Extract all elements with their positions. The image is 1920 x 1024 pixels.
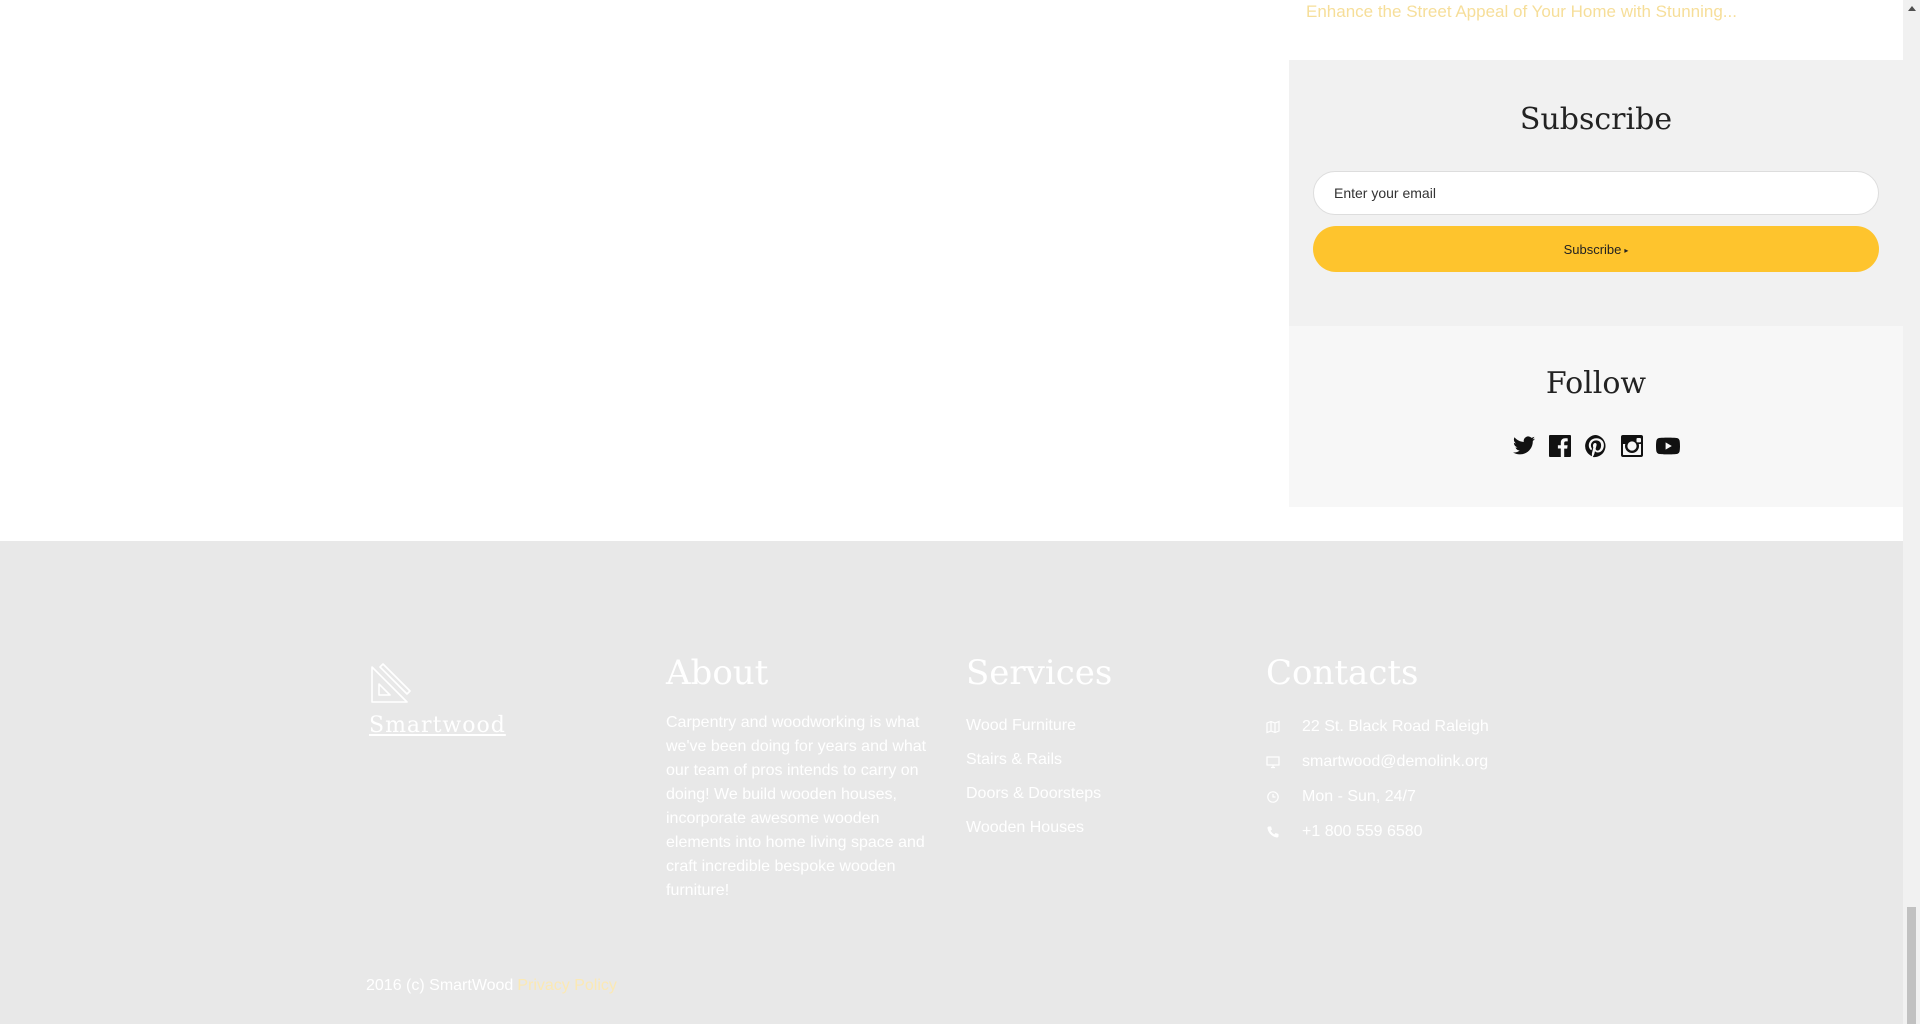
list-item: Wood Furniture — [966, 709, 1226, 743]
contact-item: 22 St. Black Road Raleigh — [1266, 709, 1566, 744]
about-text: Carpentry and woodworking is what we've … — [666, 714, 927, 899]
about-title: About — [666, 653, 769, 693]
services-list: Wood Furniture Stairs & Rails Doors & Do… — [966, 709, 1226, 845]
subscribe-widget: Subscribe Subscribe▸ — [1289, 60, 1903, 326]
services-column: Services Wood Furniture Stairs & Rails D… — [966, 653, 1226, 845]
copyright: 2016 (c) SmartWood Privacy Policy — [366, 977, 617, 995]
recent-post-link[interactable]: Enhance the Street Appeal of Your Home w… — [1306, 2, 1737, 22]
brand-name: Smartwood — [369, 713, 506, 738]
contact-email[interactable]: smartwood@demolink.org — [1302, 753, 1488, 771]
pinterest-icon[interactable] — [1584, 434, 1608, 458]
instagram-icon[interactable] — [1620, 434, 1644, 458]
scroll-up-button[interactable] — [1903, 0, 1920, 17]
subscribe-title: Subscribe — [1519, 102, 1673, 137]
contacts-list: 22 St. Black Road Raleigh smartwood@demo… — [1266, 709, 1566, 849]
clock-icon — [1266, 790, 1280, 804]
about-column: About Carpentry and woodworking is what … — [666, 653, 938, 903]
contacts-column: Contacts 22 St. Black Road Raleigh smart… — [1266, 653, 1566, 849]
youtube-icon[interactable] — [1656, 434, 1680, 458]
list-item: Doors & Doorsteps — [966, 777, 1226, 811]
facebook-icon[interactable] — [1548, 434, 1572, 458]
service-link[interactable]: Doors & Doorsteps — [966, 785, 1101, 802]
email-field[interactable] — [1313, 171, 1879, 215]
subscribe-button[interactable]: Subscribe ▸ — [1313, 226, 1879, 272]
services-title: Services — [966, 653, 1113, 693]
contact-item: smartwood@demolink.org — [1266, 744, 1566, 779]
contact-item: Mon - Sun, 24/7 — [1266, 779, 1566, 814]
subscribe-button-label: Subscribe — [1563, 241, 1622, 257]
vertical-scrollbar[interactable] — [1903, 0, 1920, 1024]
privacy-policy-link[interactable]: Privacy Policy — [517, 977, 617, 994]
footer-content: Smartwood About Carpentry and woodworkin… — [0, 541, 1903, 1024]
set-square-logo-icon — [371, 663, 411, 703]
map-icon — [1266, 720, 1280, 734]
monitor-icon — [1266, 755, 1280, 769]
service-link[interactable]: Stairs & Rails — [966, 751, 1062, 768]
contact-hours: Mon - Sun, 24/7 — [1302, 787, 1416, 805]
copyright-text: 2016 (c) SmartWood — [366, 977, 514, 994]
follow-widget: Follow — [1289, 326, 1903, 507]
contact-phone[interactable]: +1 800 559 6580 — [1302, 823, 1423, 841]
list-item: Stairs & Rails — [966, 743, 1226, 777]
contacts-title: Contacts — [1266, 653, 1419, 693]
phone-icon — [1266, 825, 1280, 839]
twitter-icon[interactable] — [1512, 434, 1536, 458]
social-links — [1289, 434, 1903, 458]
footer-logo[interactable]: Smartwood — [369, 661, 519, 738]
service-link[interactable]: Wooden Houses — [966, 819, 1084, 836]
contact-address: 22 St. Black Road Raleigh — [1302, 717, 1489, 735]
arrow-up-icon — [1907, 6, 1916, 11]
caret-right-icon: ▸ — [1624, 245, 1629, 255]
page: Enhance the Street Appeal of Your Home w… — [0, 0, 1920, 1024]
follow-title: Follow — [1545, 366, 1647, 401]
site-footer: Smartwood About Carpentry and woodworkin… — [0, 541, 1903, 1024]
list-item: Wooden Houses — [966, 811, 1226, 845]
contact-item: +1 800 559 6580 — [1266, 814, 1566, 849]
scrollbar-thumb[interactable] — [1907, 907, 1916, 1024]
service-link[interactable]: Wood Furniture — [966, 717, 1076, 734]
